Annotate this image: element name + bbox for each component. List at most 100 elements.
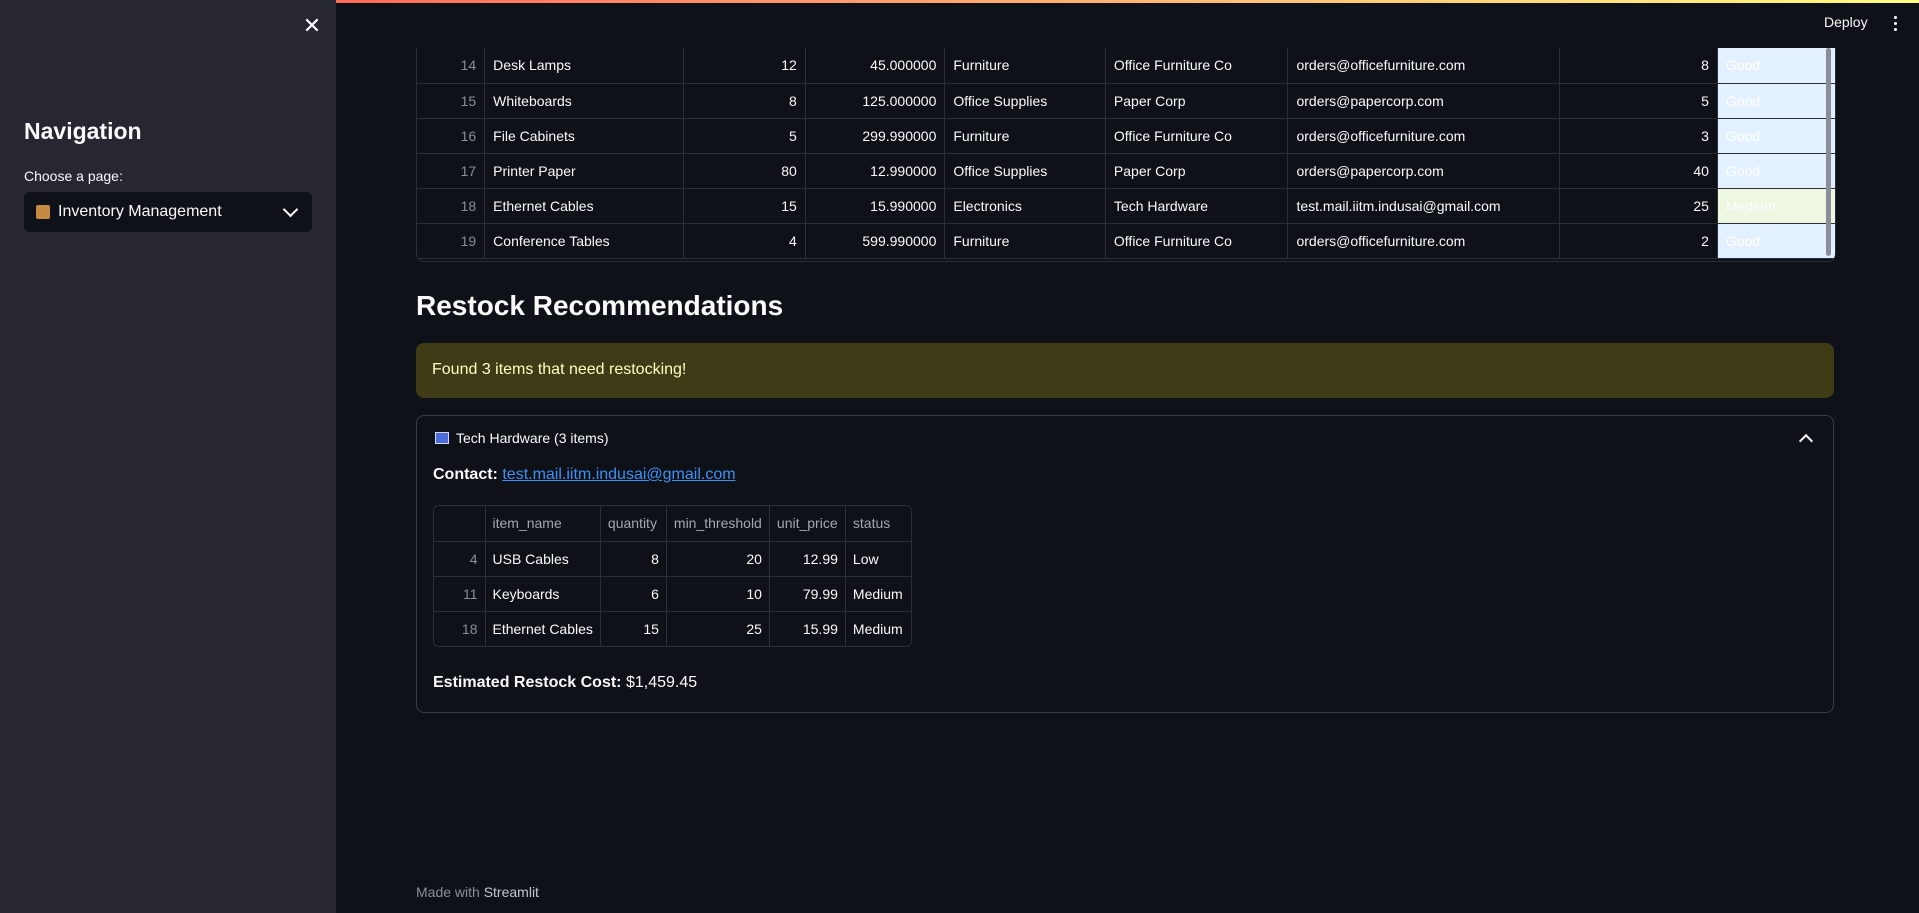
table-row[interactable]: 19 Conference Tables 4 599.990000 Furniture O…	[417, 223, 1835, 259]
status-cell: Good	[1717, 48, 1835, 84]
table-row[interactable]: 16 File Cabinets 5 299.990000 Furniture Offic…	[417, 118, 1835, 154]
min-threshold-cell: 25	[666, 611, 770, 646]
status-cell: Good	[1717, 153, 1835, 189]
cost-label: Estimated Restock Cost:	[433, 674, 622, 691]
column-header[interactable]: quantity	[600, 506, 667, 542]
unit-price-cell: 299.990000	[805, 118, 946, 154]
status-cell: Medium	[845, 576, 912, 612]
page-select-value: Inventory Management	[58, 203, 222, 220]
row-index: 14	[417, 48, 486, 84]
expander-title: Tech Hardware (3 items)	[456, 430, 609, 446]
unit-price-cell: 15.990000	[805, 188, 946, 224]
email-cell: orders@officefurniture.com	[1287, 48, 1561, 84]
supplier-cell: Office Furniture Co	[1105, 48, 1289, 84]
unit-price-cell: 79.99	[769, 576, 846, 612]
supplier-contact: Contact: test.mail.iitm.indusai@gmail.co…	[433, 466, 736, 484]
quantity-cell: 15	[600, 611, 667, 646]
streamlit-link[interactable]: Streamlit	[484, 884, 539, 900]
table-row[interactable]: 15 Whiteboards 8 125.000000 Office Supplies P…	[417, 83, 1835, 119]
index-header	[434, 506, 486, 542]
item-name-cell: Conference Tables	[484, 223, 684, 259]
supplier-cell: Paper Corp	[1105, 153, 1289, 189]
supplier-cell: Tech Hardware	[1105, 188, 1289, 224]
column-header[interactable]: item_name	[485, 506, 601, 542]
supplier-expander[interactable]: Tech Hardware (3 items) Contact: test.ma…	[416, 415, 1834, 713]
row-index: 18	[434, 611, 486, 646]
restock-heading: Restock Recommendations	[416, 290, 784, 321]
quantity-cell: 6	[600, 576, 667, 612]
item-name-cell: Whiteboards	[484, 83, 684, 119]
quantity-cell: 4	[683, 223, 806, 259]
quantity-cell: 5	[683, 118, 806, 154]
item-name-cell: Ethernet Cables	[484, 188, 684, 224]
row-index: 17	[417, 153, 486, 189]
status-cell: Medium	[852, 620, 903, 637]
supplier-cell: Office Furniture Co	[1105, 118, 1289, 154]
sidebar: ✕ Navigation Choose a page: Inventory Ma…	[0, 0, 336, 913]
restock-alert: Found 3 items that need restocking!	[416, 343, 1834, 398]
table-row[interactable]: 14 Desk Lamps 12 45.000000 Furniture Office F…	[417, 48, 1835, 84]
chevron-up-icon[interactable]	[1798, 433, 1814, 449]
quantity-cell: 15	[683, 188, 806, 224]
contact-label: Contact:	[433, 466, 498, 483]
status-cell: Good	[1717, 83, 1835, 119]
status-cell: Good	[1717, 223, 1835, 259]
table-row[interactable]: 18 Ethernet Cables 15 25 15.99 Medium	[434, 611, 911, 646]
status-cell: Low	[845, 541, 912, 577]
restock-table[interactable]: item_name quantity min_threshold unit_price…	[433, 505, 913, 647]
page-select[interactable]: Inventory Management	[24, 192, 312, 232]
table-row[interactable]: 17 Printer Paper 80 12.990000 Office Supplie…	[417, 153, 1835, 189]
email-cell: orders@officefurniture.com	[1287, 223, 1561, 259]
unit-price-cell: 15.99	[769, 611, 846, 646]
restock-cost: Estimated Restock Cost: $1,459.45	[433, 674, 697, 692]
cost-value: $1,459.45	[625, 674, 698, 691]
item-name-cell: File Cabinets	[484, 118, 684, 154]
quantity-cell: 8	[683, 83, 806, 119]
quantity-cell: 80	[683, 153, 806, 189]
package-icon	[36, 205, 50, 219]
footer-prefix: Made with	[416, 884, 480, 900]
min-threshold-cell: 5	[1559, 83, 1718, 119]
category-cell: Electronics	[944, 188, 1106, 224]
chevron-down-icon	[282, 201, 299, 218]
min-threshold-cell: 8	[1559, 48, 1718, 84]
status-cell: Good	[1717, 118, 1835, 154]
category-cell: Furniture	[944, 118, 1106, 154]
min-threshold-cell: 25	[1559, 188, 1718, 224]
category-cell: Furniture	[944, 48, 1106, 84]
email-cell: orders@officefurniture.com	[1287, 118, 1561, 154]
category-cell: Office Supplies	[944, 83, 1106, 119]
quantity-cell: 12	[683, 48, 806, 84]
unit-price-cell: 12.99	[769, 541, 846, 577]
contact-email-link[interactable]: test.mail.iitm.indusai@gmail.com	[502, 466, 735, 483]
item-name-cell: Ethernet Cables	[485, 611, 601, 646]
min-threshold-cell: 3	[1559, 118, 1718, 154]
table-scrollbar[interactable]	[1826, 48, 1831, 256]
table-row[interactable]: 4 USB Cables 8 20 12.99 Low	[434, 541, 912, 577]
main-menu-icon[interactable]	[1894, 16, 1898, 34]
footer: Made with Streamlit	[416, 884, 539, 900]
status-cell: Medium	[1717, 188, 1835, 224]
item-name-cell: USB Cables	[485, 541, 601, 577]
quantity-cell: 8	[600, 541, 667, 577]
unit-price-cell: 125.000000	[805, 83, 946, 119]
supplier-cell: Paper Corp	[1105, 83, 1289, 119]
email-cell: orders@papercorp.com	[1287, 153, 1561, 189]
close-icon[interactable]: ✕	[300, 14, 324, 38]
unit-price-cell: 12.990000	[805, 153, 946, 189]
row-index: 15	[417, 83, 486, 119]
min-threshold-cell: 40	[1559, 153, 1718, 189]
row-index: 11	[434, 576, 486, 612]
column-header[interactable]: unit_price	[769, 506, 846, 542]
inventory-table[interactable]: 14 Desk Lamps 12 45.000000 Furniture Office F…	[416, 48, 1836, 262]
column-header[interactable]: status	[845, 506, 912, 542]
deploy-button[interactable]: Deploy	[1824, 14, 1868, 30]
expander-header[interactable]: Tech Hardware (3 items)	[435, 430, 609, 446]
table-row[interactable]: 18 Ethernet Cables 15 15.990000 Electronics T…	[417, 188, 1835, 224]
row-index: 19	[417, 223, 486, 259]
min-threshold-cell: 2	[1559, 223, 1718, 259]
item-name-cell: Keyboards	[485, 576, 601, 612]
email-cell: orders@papercorp.com	[1287, 83, 1561, 119]
column-header[interactable]: min_threshold	[666, 506, 770, 542]
table-row[interactable]: 11 Keyboards 6 10 79.99 Medium	[434, 576, 912, 612]
